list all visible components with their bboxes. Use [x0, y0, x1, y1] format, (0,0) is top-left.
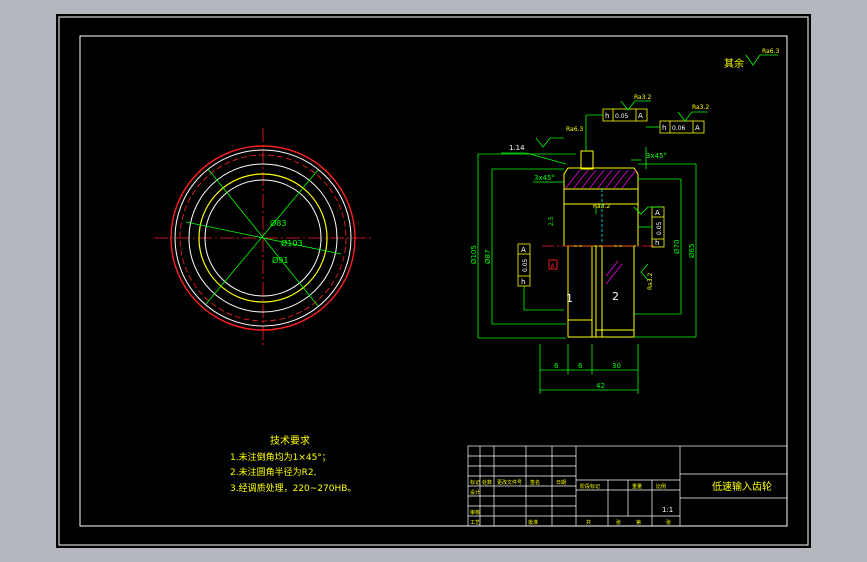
- dimension-lines: [477, 147, 697, 394]
- section-view: 其余 Ra6.3 1 2 A h 0.05 A h 0.06 A h 0.05 …: [470, 48, 779, 394]
- roughness-3: Ra6.3: [566, 126, 583, 133]
- section-outline: [563, 150, 639, 338]
- svg-text:重量: 重量: [632, 483, 642, 490]
- svg-text:比例: 比例: [656, 483, 666, 490]
- svg-text:标记: 标记: [470, 479, 480, 486]
- tolerance-frame-2: h 0.06 A: [646, 120, 705, 134]
- svg-text:日期: 日期: [556, 480, 566, 486]
- dim-leader-2: [205, 169, 319, 305]
- dim-d103: Ø103: [281, 238, 303, 248]
- dim-d91: Ø91: [272, 255, 288, 265]
- dim-left-outer: Ø105: [470, 245, 478, 264]
- svg-text:h: h: [655, 239, 659, 247]
- svg-text:h: h: [521, 278, 525, 286]
- svg-text:张: 张: [616, 519, 621, 526]
- dim-small: 2.5: [548, 216, 555, 226]
- roughness-5: Ra3.2: [647, 273, 654, 290]
- svg-text:A: A: [655, 209, 660, 217]
- hatching: [565, 169, 637, 285]
- svg-text:阶段标记: 阶段标记: [580, 483, 600, 490]
- part-label-2: 2: [612, 290, 619, 303]
- dim-bottom-1: 6: [554, 362, 559, 370]
- dim-bottom-3: 30: [612, 362, 621, 370]
- part-label-1: 1: [566, 292, 573, 305]
- part-name: 低速输入齿轮: [712, 480, 772, 493]
- svg-text:h: h: [605, 112, 609, 120]
- roughness-1: Ra3.2: [634, 94, 651, 101]
- svg-text:签名: 签名: [530, 479, 540, 486]
- svg-text:共: 共: [586, 519, 591, 526]
- svg-text:批准: 批准: [528, 519, 538, 526]
- roughness-2: Ra3.2: [692, 104, 709, 111]
- svg-text:h: h: [662, 124, 666, 132]
- svg-text:0.06: 0.06: [672, 125, 686, 132]
- svg-text:设计: 设计: [470, 489, 480, 496]
- dim-chamfer-top: 3x45°: [646, 152, 667, 160]
- svg-text:0.05: 0.05: [656, 221, 663, 235]
- cad-drawing: Ø83 Ø103 Ø91 其余 Ra6.3 1 2 A h 0.05 A h 0…: [58, 16, 809, 546]
- front-view: Ø83 Ø103 Ø91: [154, 128, 372, 345]
- dim-right-1: Ø70: [673, 240, 681, 254]
- roughness-other-label: 其余: [724, 57, 744, 70]
- roughness-other-value: Ra6.3: [762, 48, 779, 55]
- svg-text:处数: 处数: [482, 479, 492, 486]
- dim-bottom-total: 42: [596, 382, 605, 390]
- svg-text:第: 第: [636, 519, 641, 526]
- tech-title: 技术要求: [270, 434, 310, 447]
- svg-text:0.05: 0.05: [615, 113, 629, 120]
- svg-text:工艺: 工艺: [470, 520, 480, 526]
- tech-requirements: 技术要求 1.未注倒角均为1×45°； 2.未注圆角半径为R2, 3.经调质处理…: [230, 434, 356, 494]
- roughness-other-symbol: [745, 54, 778, 66]
- dim-d83: Ø83: [270, 218, 286, 228]
- tech-line-2: 2.未注圆角半径为R2,: [230, 466, 316, 478]
- scale: 1:1: [662, 506, 673, 514]
- tolerance-frame-1: h 0.05 A: [585, 108, 648, 151]
- svg-text:0.05: 0.05: [522, 258, 529, 272]
- svg-text:A: A: [638, 112, 643, 120]
- tolerance-frame-3: h 0.05 A: [517, 243, 564, 311]
- tech-line-1: 1.未注倒角均为1×45°；: [230, 451, 331, 463]
- tech-line-3: 3.经调质处理，220~270HB。: [230, 482, 356, 494]
- roughness-4: Ra3.2: [593, 203, 610, 210]
- svg-text:更改文件号: 更改文件号: [497, 479, 522, 486]
- dim-bottom-2: 6: [578, 362, 583, 370]
- dim-114: 1.14: [509, 144, 525, 152]
- svg-text:审核: 审核: [470, 509, 480, 516]
- dim-chamfer-left: 3x45°: [534, 174, 555, 182]
- svg-text:A: A: [521, 246, 526, 254]
- dim-left-inner: Ø87: [484, 250, 492, 264]
- svg-text:A: A: [695, 124, 700, 132]
- dim-right-2: Ø65: [688, 244, 696, 258]
- svg-text:张: 张: [666, 519, 671, 526]
